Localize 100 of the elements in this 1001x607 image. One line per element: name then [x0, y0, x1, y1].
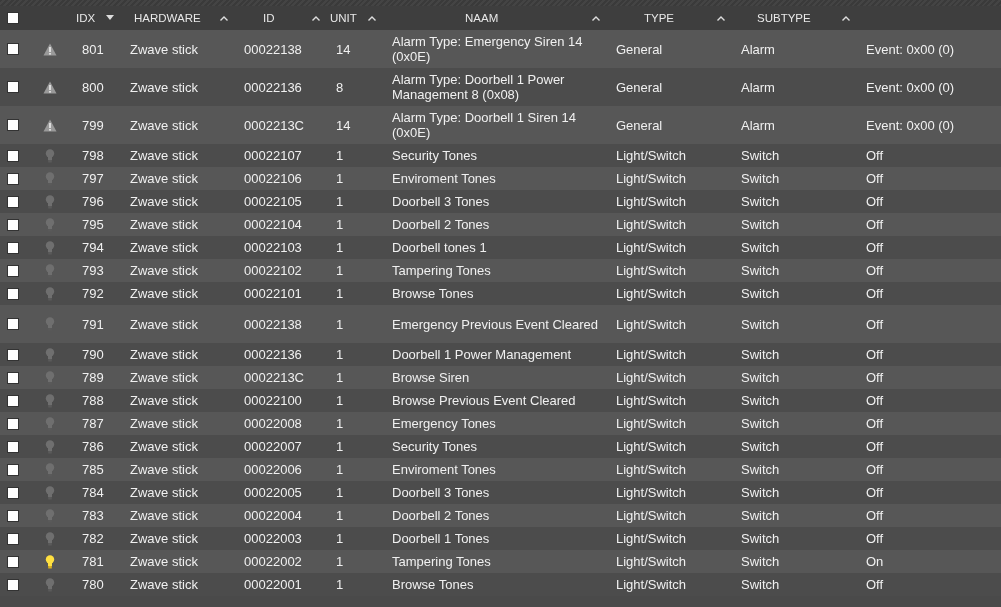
column-header[interactable]: NAAM — [465, 12, 499, 24]
unit-number: 1 — [336, 485, 344, 500]
caret-up-icon[interactable] — [592, 15, 600, 21]
device-id: 00022138 — [244, 316, 302, 332]
device-type: Light/Switch — [616, 217, 687, 232]
device-status: Off — [866, 393, 884, 408]
checkbox[interactable] — [7, 394, 19, 407]
device-subtype: Switch — [741, 370, 780, 385]
checkbox[interactable] — [7, 172, 19, 185]
column-header[interactable]: TYPE — [644, 12, 675, 24]
unit-number: 1 — [336, 370, 344, 385]
checkbox[interactable] — [7, 440, 19, 453]
row-index: 795 — [82, 217, 104, 232]
device-status: Off — [866, 531, 884, 546]
device-status: Off — [866, 577, 884, 592]
caret-up-icon[interactable] — [842, 15, 850, 21]
column-header[interactable]: UNIT — [330, 12, 357, 24]
checkbox[interactable] — [7, 486, 19, 499]
hardware-name: Zwave stick — [130, 316, 198, 332]
device-type: Light/Switch — [616, 554, 687, 569]
device-name: Tampering Tones — [392, 263, 492, 278]
device-type: Light/Switch — [616, 393, 687, 408]
device-subtype: Switch — [741, 347, 780, 362]
device-type: General — [616, 41, 663, 57]
caret-up-icon[interactable] — [368, 15, 376, 21]
checkbox[interactable] — [7, 348, 19, 361]
unit-number: 1 — [336, 531, 344, 546]
unit-number: 1 — [336, 286, 344, 301]
device-subtype: Switch — [741, 286, 780, 301]
checkbox[interactable] — [7, 119, 19, 131]
device-name: Emergency Tones — [392, 416, 497, 431]
unit-number: 14 — [336, 41, 351, 57]
device-subtype: Switch — [741, 263, 780, 278]
warning-icon — [43, 118, 57, 132]
hardware-name: Zwave stick — [130, 286, 198, 301]
device-id: 00022106 — [244, 171, 302, 186]
column-header[interactable]: ID — [263, 12, 275, 24]
checkbox[interactable] — [7, 555, 19, 568]
sort-descending-icon[interactable] — [106, 15, 114, 21]
device-id: 00022001 — [244, 577, 302, 592]
checkbox[interactable] — [7, 463, 19, 476]
device-type: Light/Switch — [616, 439, 687, 454]
checkbox[interactable] — [7, 12, 19, 24]
checkbox[interactable] — [7, 81, 19, 93]
unit-number: 1 — [336, 263, 344, 278]
device-name: Alarm Type: Doorbell 1 Power Management 8 (0x08) — [392, 72, 566, 102]
device-id: 0002213C — [244, 370, 304, 385]
hardware-name: Zwave stick — [130, 416, 198, 431]
hardware-name: Zwave stick — [130, 393, 198, 408]
checkbox[interactable] — [7, 287, 19, 300]
device-type: Light/Switch — [616, 347, 687, 362]
caret-up-icon[interactable] — [312, 15, 320, 21]
caret-up-icon[interactable] — [220, 15, 228, 21]
device-type: Light/Switch — [616, 531, 687, 546]
column-header[interactable]: HARDWARE — [134, 12, 201, 24]
device-status: Off — [866, 462, 884, 477]
unit-number: 1 — [336, 316, 344, 332]
device-status: Event: 0x00 (0) — [866, 41, 955, 57]
device-id: 00022105 — [244, 194, 302, 209]
device-name: Browse Siren — [392, 370, 471, 385]
unit-number: 14 — [336, 117, 351, 133]
device-subtype: Switch — [741, 577, 780, 592]
checkbox[interactable] — [7, 149, 19, 162]
device-status: Off — [866, 347, 884, 362]
row-index: 800 — [82, 79, 104, 95]
device-name: Doorbell 3 Tones — [392, 485, 491, 500]
unit-number: 1 — [336, 240, 344, 255]
checkbox[interactable] — [7, 43, 19, 55]
device-status: Event: 0x00 (0) — [866, 117, 955, 133]
column-header[interactable]: SUBTYPE — [757, 12, 811, 24]
checkbox[interactable] — [7, 371, 19, 384]
row-index: 786 — [82, 439, 104, 454]
row-index: 792 — [82, 286, 104, 301]
checkbox[interactable] — [7, 318, 19, 330]
device-subtype: Switch — [741, 439, 780, 454]
checkbox[interactable] — [7, 417, 19, 430]
device-type: Light/Switch — [616, 194, 687, 209]
row-index: 796 — [82, 194, 104, 209]
device-subtype: Switch — [741, 171, 780, 186]
checkbox[interactable] — [7, 241, 19, 254]
hardware-name: Zwave stick — [130, 439, 198, 454]
device-id: 00022004 — [244, 508, 302, 523]
checkbox[interactable] — [7, 195, 19, 208]
checkbox[interactable] — [7, 509, 19, 522]
device-type: Light/Switch — [616, 316, 687, 332]
checkbox[interactable] — [7, 532, 19, 545]
caret-up-icon[interactable] — [717, 15, 725, 21]
device-type: Light/Switch — [616, 577, 687, 592]
device-subtype: Switch — [741, 194, 780, 209]
row-index: 798 — [82, 148, 104, 163]
unit-number: 1 — [336, 171, 344, 186]
checkbox[interactable] — [7, 218, 19, 231]
device-subtype: Alarm — [741, 79, 775, 95]
unit-number: 1 — [336, 577, 344, 592]
device-type: Light/Switch — [616, 508, 687, 523]
device-status: Off — [866, 148, 884, 163]
row-index: 794 — [82, 240, 104, 255]
column-header[interactable]: IDX — [76, 12, 96, 24]
checkbox[interactable] — [7, 264, 19, 277]
checkbox[interactable] — [7, 578, 19, 591]
